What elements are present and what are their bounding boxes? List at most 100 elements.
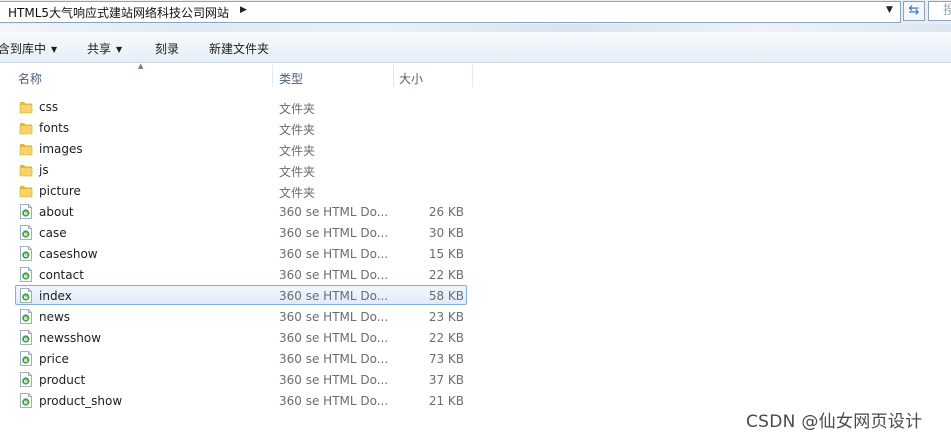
html-file-icon: e — [19, 351, 33, 366]
file-name[interactable]: js — [39, 163, 49, 177]
folder-icon — [19, 162, 33, 177]
share-label: 共享 — [87, 42, 112, 56]
refresh-icon: ⇆ — [908, 3, 920, 18]
file-row[interactable]: css 文件夹 — [0, 96, 951, 117]
file-size: 58 KB — [428, 289, 464, 303]
include-in-library-button[interactable]: 含到库中 ▼ — [0, 40, 57, 57]
file-name[interactable]: product_show — [39, 394, 122, 408]
svg-text:e: e — [24, 273, 28, 280]
address-bar[interactable]: HTML5大气响应式建站网络科技公司网站 ▶ ▼ — [0, 1, 901, 23]
html-file-icon: e — [19, 393, 33, 408]
file-row[interactable]: js 文件夹 — [0, 159, 951, 180]
chevron-down-icon: ▼ — [51, 45, 58, 54]
file-name[interactable]: css — [39, 100, 58, 114]
sort-ascending-icon: ▲ — [138, 62, 144, 70]
html-file-icon: e — [19, 267, 33, 282]
file-type: 360 se HTML Do... — [279, 268, 389, 282]
file-row[interactable]: e price 360 se HTML Do... 73 KB — [0, 348, 951, 369]
file-row[interactable]: e contact 360 se HTML Do... 22 KB — [0, 264, 951, 285]
folder-icon — [19, 120, 33, 135]
file-name[interactable]: fonts — [39, 121, 69, 135]
svg-text:e: e — [24, 399, 28, 406]
svg-text:e: e — [24, 252, 28, 259]
html-file-icon: e — [19, 330, 33, 345]
svg-text:e: e — [24, 294, 28, 301]
file-type: 360 se HTML Do... — [279, 247, 389, 261]
file-row[interactable]: e caseshow 360 se HTML Do... 15 KB — [0, 243, 951, 264]
svg-text:e: e — [24, 357, 28, 364]
file-size: 37 KB — [428, 373, 464, 387]
file-name[interactable]: price — [39, 352, 69, 366]
svg-text:e: e — [24, 378, 28, 385]
watermark-text: CSDN @仙女网页设计 — [746, 412, 923, 432]
column-name-header[interactable]: 名称 — [18, 70, 42, 87]
html-file-icon: e — [19, 225, 33, 240]
column-divider[interactable] — [272, 65, 273, 87]
file-type: 360 se HTML Do... — [279, 226, 389, 240]
file-name[interactable]: picture — [39, 184, 81, 198]
address-path[interactable]: HTML5大气响应式建站网络科技公司网站 — [8, 4, 229, 21]
file-type: 360 se HTML Do... — [279, 310, 389, 324]
folder-icon — [19, 183, 33, 198]
file-size: 73 KB — [428, 352, 464, 366]
html-file-icon: e — [19, 204, 33, 219]
svg-text:e: e — [24, 210, 28, 217]
file-size: 21 KB — [428, 394, 464, 408]
file-name[interactable]: about — [39, 205, 74, 219]
file-size: 15 KB — [428, 247, 464, 261]
file-name[interactable]: news — [39, 310, 70, 324]
file-row[interactable]: e news 360 se HTML Do... 23 KB — [0, 306, 951, 327]
file-name[interactable]: newsshow — [39, 331, 101, 345]
blurred-strip — [0, 24, 951, 32]
file-row[interactable]: e newsshow 360 se HTML Do... 22 KB — [0, 327, 951, 348]
file-type: 360 se HTML Do... — [279, 373, 389, 387]
file-name[interactable]: product — [39, 373, 85, 387]
column-size-header[interactable]: 大小 — [399, 70, 423, 87]
file-row[interactable]: e about 360 se HTML Do... 26 KB — [0, 201, 951, 222]
file-type: 360 se HTML Do... — [279, 394, 389, 408]
file-type: 360 se HTML Do... — [279, 331, 389, 345]
file-name[interactable]: caseshow — [39, 247, 98, 261]
file-type: 文件夹 — [279, 186, 316, 200]
file-size: 23 KB — [428, 310, 464, 324]
share-button[interactable]: 共享 ▼ — [87, 40, 122, 57]
file-type: 文件夹 — [279, 144, 316, 158]
html-file-icon: e — [19, 372, 33, 387]
file-size: 26 KB — [428, 205, 464, 219]
file-row[interactable]: picture 文件夹 — [0, 180, 951, 201]
html-file-icon: e — [19, 246, 33, 261]
file-name[interactable]: index — [39, 289, 72, 303]
file-type: 文件夹 — [279, 165, 316, 179]
refresh-button[interactable]: ⇆ — [903, 1, 925, 21]
column-header: ▲ 名称 类型 大小 — [0, 62, 951, 89]
file-type: 文件夹 — [279, 102, 316, 116]
file-name[interactable]: images — [39, 142, 83, 156]
column-type-header[interactable]: 类型 — [279, 70, 303, 87]
file-type: 360 se HTML Do... — [279, 352, 389, 366]
file-type: 文件夹 — [279, 123, 316, 137]
folder-icon — [19, 141, 33, 156]
burn-button[interactable]: 刻录 — [155, 40, 179, 57]
chevron-down-icon: ▼ — [116, 45, 123, 54]
file-row[interactable]: fonts 文件夹 — [0, 117, 951, 138]
folder-icon — [19, 99, 33, 114]
breadcrumb-arrow-icon[interactable]: ▶ — [240, 5, 247, 15]
svg-text:e: e — [24, 315, 28, 322]
address-bar-area: HTML5大气响应式建站网络科技公司网站 ▶ ▼ ⇆ 搜 — [0, 0, 951, 24]
file-name[interactable]: contact — [39, 268, 84, 282]
command-toolbar: 含到库中 ▼ 共享 ▼ 刻录 新建文件夹 — [0, 32, 951, 63]
file-row[interactable]: images 文件夹 — [0, 138, 951, 159]
svg-text:e: e — [24, 231, 28, 238]
svg-text:e: e — [24, 336, 28, 343]
address-dropdown-icon[interactable]: ▼ — [886, 5, 893, 15]
column-divider[interactable] — [393, 65, 394, 87]
file-row[interactable]: e index 360 se HTML Do... 58 KB — [0, 285, 951, 306]
column-divider[interactable] — [472, 65, 473, 87]
file-row[interactable]: e product 360 se HTML Do... 37 KB — [0, 369, 951, 390]
search-placeholder: 搜 — [943, 3, 951, 18]
file-row[interactable]: e case 360 se HTML Do... 30 KB — [0, 222, 951, 243]
file-name[interactable]: case — [39, 226, 67, 240]
file-size: 30 KB — [428, 226, 464, 240]
new-folder-button[interactable]: 新建文件夹 — [209, 40, 269, 57]
search-input[interactable]: 搜 — [928, 1, 951, 21]
